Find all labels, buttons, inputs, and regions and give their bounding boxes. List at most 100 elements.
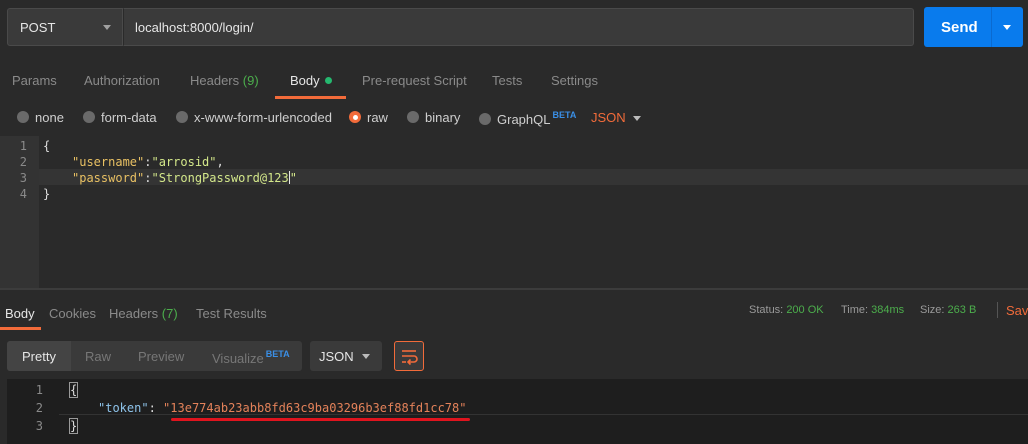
response-format-select[interactable]: JSON [310,341,382,371]
radio-form-data[interactable]: form-data [83,110,157,125]
radio-x-www-form-urlencoded[interactable]: x-www-form-urlencoded [176,110,332,125]
chevron-down-icon [362,354,370,359]
json-value: "StrongPassword@123 [151,171,289,185]
active-tab-underline [275,96,346,99]
url-text: localhost:8000/login/ [135,20,254,35]
tab-headers-label: Headers [190,73,240,88]
line-number: 4 [19,187,27,201]
radio-circle-icon [479,113,491,125]
save-divider [997,302,998,318]
tab-settings[interactable]: Settings [551,73,598,88]
response-tab-test-results[interactable]: Test Results [196,306,267,321]
radio-selected-icon [349,111,361,123]
line-number: 2 [35,401,43,415]
response-tab-cookies[interactable]: Cookies [49,306,96,321]
response-toolbar: Pretty Raw Preview Visualize BETA JSON [0,338,1028,374]
close-brace: } [43,187,51,201]
response-body-viewer[interactable]: 1 2 3 { "token": "13e774ab23abb8fd63c9ba… [7,379,1028,444]
wrap-lines-icon [402,350,418,366]
close-brace: } [68,418,79,434]
tab-headers[interactable]: Headers (9) [190,73,259,88]
status-label: Status: [749,304,784,316]
radio-graphql[interactable]: GraphQL BETA [479,110,576,127]
time-value: 384ms [871,304,905,316]
method-label: POST [20,20,56,35]
response-tab-headers-label: Headers [109,306,159,321]
send-button[interactable]: Send [924,7,1023,47]
response-tab-headers-count: (7) [161,306,178,321]
line-number-gutter: 1 2 3 4 [0,136,39,288]
size-value: 263 B [947,304,977,316]
request-tabs: Params Authorization Headers (9) Body Pr… [0,62,1028,99]
view-preview-button[interactable]: Preview [138,349,184,364]
json-key: "username" [72,155,145,169]
response-tab-body[interactable]: Body [5,306,35,321]
body-format-select[interactable]: JSON [591,110,626,125]
code-line: { [43,139,50,153]
json-value-end-quote: " [289,171,297,185]
code-line: } [68,418,79,434]
send-label: Send [941,19,978,36]
tab-authorization[interactable]: Authorization [84,73,160,88]
radio-circle-icon [407,111,419,123]
radio-raw[interactable]: raw [349,110,388,125]
code-line: "token": "13e774ab23abb8fd63c9ba03296b3e… [98,401,466,415]
view-pretty-button[interactable]: Pretty [22,349,56,364]
json-value: "arrosid" [151,155,217,169]
comma: , [216,155,224,169]
response-tab-headers[interactable]: Headers (7) [109,306,178,321]
time-indicator: Time: 384ms [841,304,904,316]
body-type-options: none form-data x-www-form-urlencoded raw… [0,106,1028,132]
line-number: 1 [35,383,43,397]
chevron-down-icon[interactable] [633,116,641,121]
line-number: 1 [19,139,27,153]
line-number: 3 [19,171,27,185]
radio-binary-label: binary [425,110,461,125]
radio-graphql-label: GraphQL [497,112,551,127]
size-indicator: Size: 263 B [920,304,976,316]
radio-circle-icon [17,111,29,123]
response-format-label: JSON [319,349,354,364]
size-label: Size: [920,304,945,316]
radio-none-label: none [35,110,64,125]
pane-divider[interactable] [0,288,1028,290]
beta-badge: BETA [552,110,577,120]
send-divider [991,7,992,47]
annotation-underline [171,418,470,421]
radio-none[interactable]: none [17,110,64,125]
token-value: "13e774ab23abb8fd63c9ba03296b3ef88fd1cc7… [163,401,467,415]
method-select[interactable]: POST [7,8,123,46]
request-body-editor[interactable]: 1 2 3 4 { "username":"arrosid", "passwor… [0,136,1028,288]
open-brace: { [43,139,51,153]
tab-pre-request-script[interactable]: Pre-request Script [362,73,467,88]
code-line: "password":"StrongPassword@123" [72,171,297,185]
tab-headers-count: (9) [242,73,259,88]
view-visualize-button[interactable]: Visualize BETA [212,349,290,366]
request-url-bar: POST localhost:8000/login/ Send [0,0,1028,55]
tab-body-label: Body [290,73,320,88]
code-line: } [43,187,50,201]
tab-params[interactable]: Params [12,73,57,88]
code-line: { [68,382,79,398]
line-number: 3 [35,419,43,433]
code-line: "username":"arrosid", [72,155,224,169]
send-options-chevron-icon[interactable] [1003,25,1011,30]
open-brace: { [68,382,79,398]
view-raw-button[interactable]: Raw [85,349,111,364]
save-response-button[interactable]: Save [1006,303,1028,318]
tab-body[interactable]: Body [290,73,332,88]
json-key: "password" [72,171,145,185]
radio-urlencoded-label: x-www-form-urlencoded [194,110,332,125]
status-value: 200 OK [786,304,824,316]
wrap-lines-button[interactable] [394,341,424,371]
radio-raw-label: raw [367,110,388,125]
radio-form-data-label: form-data [101,110,157,125]
radio-circle-icon [83,111,95,123]
active-tab-underline [0,327,41,330]
tab-tests[interactable]: Tests [492,73,522,88]
url-input[interactable]: localhost:8000/login/ [123,8,914,46]
time-label: Time: [841,304,869,316]
radio-binary[interactable]: binary [407,110,460,125]
json-key: "token" [98,401,149,415]
colon: : [148,401,156,415]
